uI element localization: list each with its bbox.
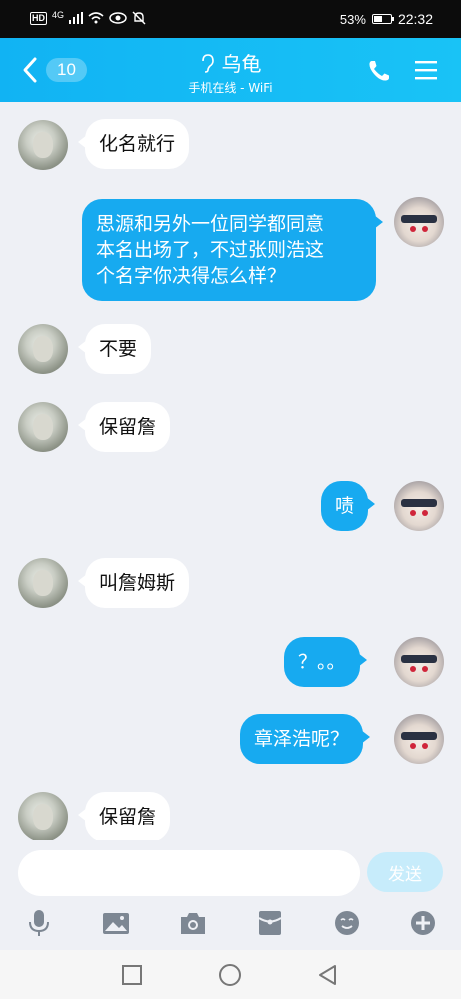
wifi-icon [88,12,104,24]
microphone-icon[interactable] [24,908,54,938]
my-avatar[interactable] [394,714,444,764]
my-avatar[interactable] [394,197,444,247]
emoji-icon[interactable] [332,908,362,938]
contact-avatar[interactable] [18,402,68,452]
status-right: 53% 22:32 [340,11,433,27]
my-avatar[interactable] [394,481,444,531]
message-line: 个名字你决得怎么样？ [96,265,287,287]
incoming-message[interactable]: 叫詹姆斯 [77,558,190,608]
eye-icon [109,12,127,24]
camera-icon[interactable] [178,908,208,938]
contact-avatar[interactable] [18,120,68,170]
composer: 发送 [0,840,461,950]
phone-icon[interactable] [366,58,392,84]
my-avatar[interactable] [394,637,444,687]
incoming-message[interactable]: 保留詹 [77,792,171,840]
recents-square-icon[interactable] [119,962,145,988]
hd-badge: HD [30,11,47,25]
message-list[interactable]: 化名就行 思源和另外一位同学都同意 本名出场了，不过张则浩这 个名字你决得怎么样… [0,102,461,840]
message-input[interactable] [18,850,360,896]
signal-icon [69,12,84,24]
incoming-message[interactable]: 化名就行 [77,119,190,169]
mute-bell-icon [132,11,146,25]
contact-avatar[interactable] [18,792,68,840]
contact-name: 乌龟 [221,52,262,76]
system-nav-bar [0,950,461,999]
outgoing-message[interactable]: 啧 [321,481,376,531]
battery-percent: 53% [339,11,366,27]
incoming-message[interactable]: 不要 [77,324,152,374]
back-triangle-icon[interactable] [315,962,341,988]
image-icon[interactable] [101,908,131,938]
network-type: 4G [52,10,65,20]
contact-avatar[interactable] [18,558,68,608]
status-left: HD 4G [30,10,146,25]
chat-header: 10 乌龟 手机在线 - WiFi [0,38,461,102]
status-bar: HD 4G 53% 22:32 [0,0,461,38]
red-packet-icon[interactable] [255,908,285,938]
plus-icon[interactable] [408,908,438,938]
battery-icon [371,14,394,24]
send-button[interactable]: 发送 [367,852,443,892]
home-circle-icon[interactable] [217,962,243,988]
ear-icon [201,53,214,73]
message-line: 本名出场了，不过张则浩这 [96,239,325,261]
menu-icon[interactable] [414,58,438,82]
outgoing-message[interactable]: ？。。 [284,637,366,687]
clock: 22:32 [397,11,433,27]
outgoing-message[interactable]: 章泽浩呢？ [240,714,371,764]
outgoing-message[interactable]: 思源和另外一位同学都同意 本名出场了，不过张则浩这 个名字你决得怎么样？ [82,199,383,301]
incoming-message[interactable]: 保留詹 [77,402,171,452]
contact-avatar[interactable] [18,324,68,374]
message-line: 思源和另外一位同学都同意 [96,213,325,235]
